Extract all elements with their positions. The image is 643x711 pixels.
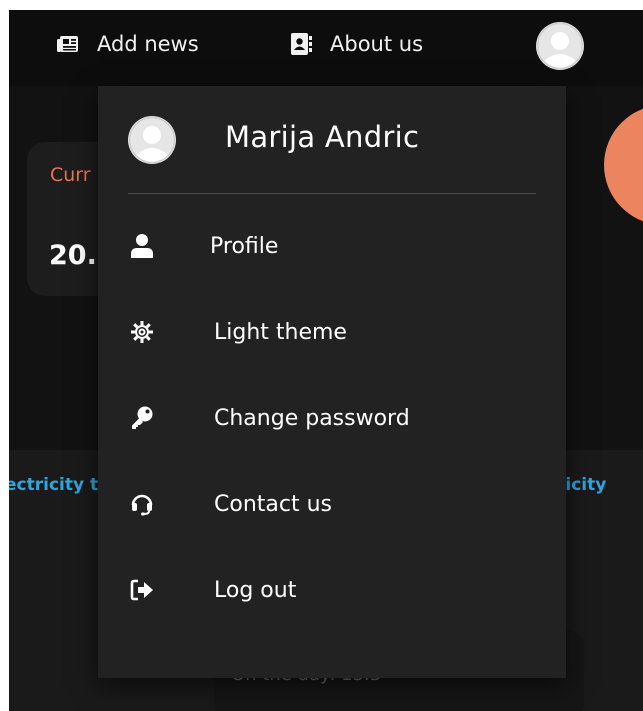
- dropdown-avatar: [128, 116, 176, 164]
- electricity-left-title: ectricity th: [9, 475, 111, 495]
- user-avatar-button[interactable]: [536, 22, 584, 70]
- menu-item-light-theme[interactable]: Light theme: [98, 302, 566, 362]
- menu-item-log-out[interactable]: Log out: [98, 560, 566, 620]
- dropdown-divider: [128, 193, 536, 194]
- user-icon: [128, 232, 156, 260]
- menu-item-profile[interactable]: Profile: [98, 216, 566, 276]
- newspaper-icon: [57, 35, 79, 53]
- menu-item-change-password-label: Change password: [214, 405, 410, 431]
- dropdown-user-name: Marija Andric: [225, 120, 420, 154]
- top-navbar: Add news About us: [9, 10, 643, 86]
- menu-item-profile-label: Profile: [210, 233, 279, 259]
- about-us-link[interactable]: About us: [290, 32, 423, 56]
- headset-icon: [128, 490, 156, 518]
- logout-icon: [128, 576, 156, 604]
- avatar-icon: [128, 116, 176, 164]
- avatar-icon: [536, 22, 584, 70]
- menu-item-contact-us[interactable]: Contact us: [98, 474, 566, 534]
- user-dropdown-menu: Marija Andric Profile Light theme Change…: [98, 86, 566, 678]
- contact-book-icon: [290, 33, 312, 55]
- menu-item-change-password[interactable]: Change password: [98, 388, 566, 448]
- current-value-card-title: Curr: [50, 164, 91, 186]
- gear-icon: [128, 318, 156, 346]
- current-value-card-value: 20.: [49, 240, 97, 271]
- chart-decoration: [604, 105, 643, 225]
- dropdown-user-header: Marija Andric: [98, 86, 566, 194]
- app-screen: Curr 20. ectricity th ricity On the day:…: [9, 10, 643, 711]
- menu-item-light-theme-label: Light theme: [214, 319, 347, 345]
- key-icon: [128, 404, 156, 432]
- add-news-link[interactable]: Add news: [57, 32, 199, 56]
- about-us-label: About us: [330, 32, 424, 56]
- menu-item-log-out-label: Log out: [214, 577, 297, 603]
- add-news-label: Add news: [97, 32, 199, 56]
- menu-item-contact-us-label: Contact us: [214, 491, 332, 517]
